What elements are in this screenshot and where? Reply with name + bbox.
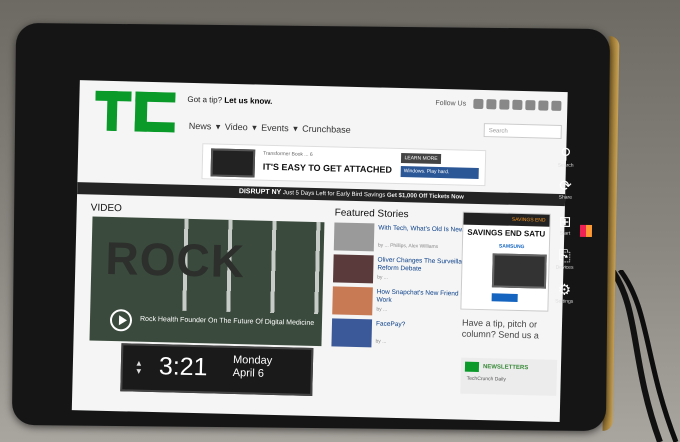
story-byline: by ... [376,306,388,313]
charm-label: Start [559,230,571,237]
play-icon[interactable] [109,308,133,332]
samsung-logo: SAMSUNG [498,243,525,251]
gear-icon: ⚙ [557,281,572,299]
search-input[interactable]: Search [483,123,562,139]
video-title-overlay: ROCK [104,231,246,288]
tip-prefix: Got a tip? [187,94,223,105]
disrupt-text: Just 5 Days Left for Early Bird Savings [282,190,386,199]
tip-line: Got a tip? Let us know. [187,95,272,106]
charm-start[interactable]: ⊞ Start [550,213,580,237]
laptop-image [210,148,256,178]
video-player[interactable]: ROCK Rock Health Founder On The Future O… [89,216,325,347]
clock-date: Monday April 6 [233,354,273,381]
disrupt-cta[interactable]: Get $1,000 Off Tickets Now [387,193,464,201]
facebook-icon[interactable] [473,98,484,110]
rss-icon[interactable] [538,100,549,111]
follow-us-label: Follow Us [435,99,467,108]
ad-shop-button[interactable] [491,293,518,302]
story-thumbnail[interactable] [331,318,373,348]
techcrunch-logo[interactable] [95,90,176,133]
story-thumbnail[interactable] [332,286,373,316]
ad-windows-strip: Windows. Play hard. [400,166,479,179]
charm-share[interactable]: ⟳ Share [550,177,580,201]
newsletters-title: NEWSLETTERS [482,364,529,372]
linkedin-icon[interactable] [525,100,536,111]
clock-time: 3:21 [158,352,208,382]
ad-product-name: Transformer Book ... 6 [263,150,313,158]
tc-small-logo [464,361,480,373]
lock-screen-clock: ▲ ▼ 3:21 Monday April 6 [120,343,314,396]
charm-label: Devices [555,264,574,271]
search-icon: ⚲ [560,145,572,163]
disrupt-bar[interactable]: DISRUPT NY Just 5 Days Left for Early Bi… [77,182,566,207]
googleplus-icon[interactable] [512,99,523,110]
clock-month-day: April 6 [232,367,265,380]
ad-banner[interactable]: Transformer Book ... 6 IT'S EASY TO GET … [201,143,487,187]
device-image [491,253,547,289]
newsletter-name: TechCrunch Daily [466,375,506,383]
charm-devices[interactable]: ⎘ Devices [550,247,580,271]
devices-icon: ⎘ [558,247,571,265]
windows-hardware-button-icon[interactable] [579,224,593,237]
youtube-icon[interactable] [499,99,510,110]
instagram-icon[interactable] [551,100,562,111]
nav-news[interactable]: News [189,121,212,132]
windows-logo-icon: ⊞ [558,213,572,231]
tip-box-text[interactable]: Have a tip, pitch or column? Send us a [462,318,559,342]
browser-viewport[interactable]: Got a tip? Let us know. Follow Us News ▾… [71,80,568,423]
samsung-ad[interactable]: SAVINGS END SAVINGS END SATU SAMSUNG [460,211,551,312]
charm-settings[interactable]: ⚙ Settings [549,281,579,305]
charm-label: Settings [555,298,574,305]
video-section-label: VIDEO [90,202,122,215]
ad-learn-more-button[interactable]: LEARN MORE [400,153,442,165]
featured-stories-title: Featured Stories [334,207,409,221]
charm-label: Search [557,162,574,169]
tip-link[interactable]: Let us know. [224,96,272,106]
video-caption[interactable]: Rock Health Founder On The Future Of Dig… [140,316,314,327]
newsletters-box[interactable]: NEWSLETTERS TechCrunch Daily [460,357,558,396]
main-nav: News ▾ Video ▾ Events ▾ Crunchbase [188,120,351,135]
twitter-icon[interactable] [486,99,497,110]
nav-crunchbase[interactable]: Crunchbase [302,124,351,135]
charm-label: Share [558,194,573,201]
nav-video[interactable]: Video [225,122,248,133]
story-thumbnail[interactable] [333,222,375,252]
network-icon: ▲ ▼ [134,358,143,376]
disrupt-label: DISRUPT NY [238,188,282,197]
surface-tablet: Got a tip? Let us know. Follow Us News ▾… [11,22,611,432]
nav-events[interactable]: Events [261,123,289,134]
story-byline: by ... [375,338,387,345]
charm-search[interactable]: ⚲ Search [551,145,581,169]
ad-headline: IT'S EASY TO GET ATTACHED [262,161,393,175]
share-icon: ⟳ [559,177,572,195]
story-byline: by ... Phillips, Alex Williams [377,242,439,250]
story-byline: by ... [377,274,389,281]
ad-savings-text: SAVINGS END SATU [467,227,546,239]
clock-day: Monday [232,354,273,367]
story-thumbnail[interactable] [332,254,374,284]
